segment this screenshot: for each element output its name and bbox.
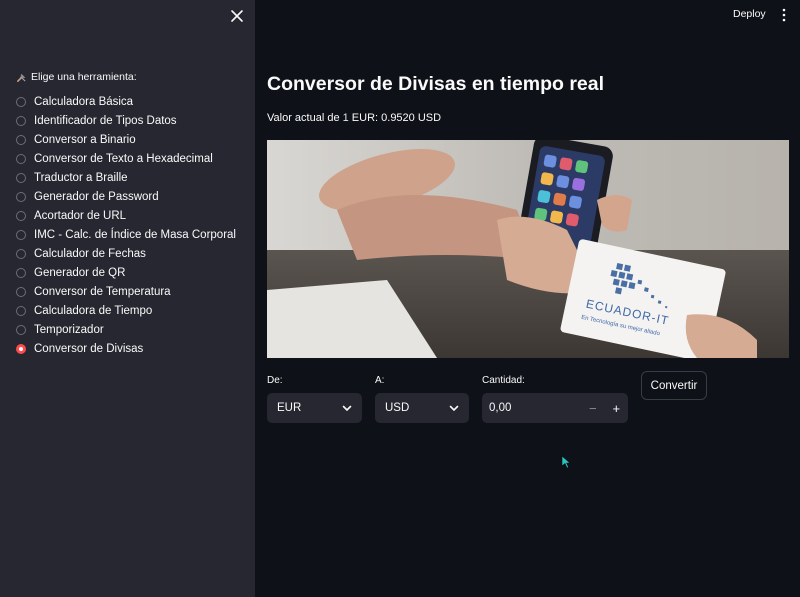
tool-option-label: Identificador de Tipos Datos [34,114,177,127]
tool-option-label: Calculadora de Tiempo [34,304,153,317]
amount-label: Cantidad: [482,375,525,386]
from-currency-value: EUR [277,402,302,414]
close-icon[interactable] [228,7,246,25]
deploy-button[interactable]: Deploy [733,8,766,20]
from-currency-select[interactable]: EUR [267,393,362,423]
radio-button[interactable] [16,324,26,335]
increment-button[interactable]: + [605,393,629,423]
tool-option[interactable]: IMC - Calc. de Índice de Masa Corporal [16,225,236,244]
radio-button[interactable] [16,172,26,183]
tool-option[interactable]: Conversor de Divisas [16,339,236,358]
tool-option[interactable]: Conversor a Binario [16,130,236,149]
tool-option[interactable]: Calculadora de Tiempo [16,301,236,320]
chevron-down-icon [342,405,352,411]
from-label: De: [267,375,283,386]
tool-option-label: Conversor de Temperatura [34,285,171,298]
rate-suffix: EUR: 0.9520 USD [348,112,442,124]
exchange-rate-text: Valor actual de 1 EUR: 0.9520 USD [267,112,441,124]
chevron-down-icon [449,405,459,411]
radio-button[interactable] [16,134,26,145]
tool-option-label: Acortador de URL [34,209,127,222]
radio-button[interactable] [16,343,26,354]
tool-option[interactable]: Conversor de Temperatura [16,282,236,301]
tool-option-label: Conversor de Divisas [34,342,144,355]
tool-option-label: Conversor a Binario [34,133,136,146]
to-currency-value: USD [385,402,410,414]
tool-option[interactable]: Traductor a Braille [16,168,236,187]
radio-button[interactable] [16,153,26,164]
tool-radio-group: Calculadora Básica Identificador de Tipos… [16,92,236,358]
tool-option-label: Generador de Password [34,190,159,203]
tool-option-label: Conversor de Texto a Hexadecimal [34,152,213,165]
to-label: A: [375,375,385,386]
mouse-cursor-icon [561,455,571,469]
radio-button[interactable] [16,96,26,107]
radio-button[interactable] [16,248,26,259]
more-options-icon[interactable] [780,8,788,22]
tool-option[interactable]: Acortador de URL [16,206,236,225]
tool-option-label: Calculador de Fechas [34,247,146,260]
rate-prefix: Valor actual de [267,112,343,124]
tool-option[interactable]: Generador de Password [16,187,236,206]
tool-option[interactable]: Generador de QR [16,263,236,282]
radio-button[interactable] [16,305,26,316]
tool-option-label: Generador de QR [34,266,126,279]
tool-option[interactable]: Calculador de Fechas [16,244,236,263]
radio-button[interactable] [16,286,26,297]
tool-option-label: Temporizador [34,323,104,336]
tool-option-label: IMC - Calc. de Índice de Masa Corporal [34,228,236,241]
page-title: Conversor de Divisas en tiempo real [267,73,605,95]
convert-button[interactable]: Convertir [641,371,707,400]
tool-picker-label: Elige una herramienta: [16,71,137,83]
amount-stepper: − + [482,393,628,423]
radio-button[interactable] [16,267,26,278]
tools-icon [17,73,26,82]
radio-button[interactable] [16,210,26,221]
tool-option-label: Calculadora Básica [34,95,134,108]
tool-option[interactable]: Calculadora Básica [16,92,236,111]
tool-option[interactable]: Temporizador [16,320,236,339]
radio-button[interactable] [16,115,26,126]
decrement-button[interactable]: − [581,393,605,423]
hero-photo: ECUADOR-IT En Tecnología su mejor aliado [267,140,789,358]
tool-option[interactable]: Conversor de Texto a Hexadecimal [16,149,236,168]
tool-option-label: Traductor a Braille [34,171,128,184]
sidebar: Elige una herramienta: Calculadora Básic… [0,0,255,597]
tool-option[interactable]: Identificador de Tipos Datos [16,111,236,130]
radio-button[interactable] [16,191,26,202]
amount-input[interactable] [482,401,581,415]
to-currency-select[interactable]: USD [375,393,469,423]
tool-picker-text: Elige una herramienta: [31,71,137,83]
hero-image: ECUADOR-IT En Tecnología su mejor aliado [267,140,789,358]
radio-button[interactable] [16,229,26,240]
